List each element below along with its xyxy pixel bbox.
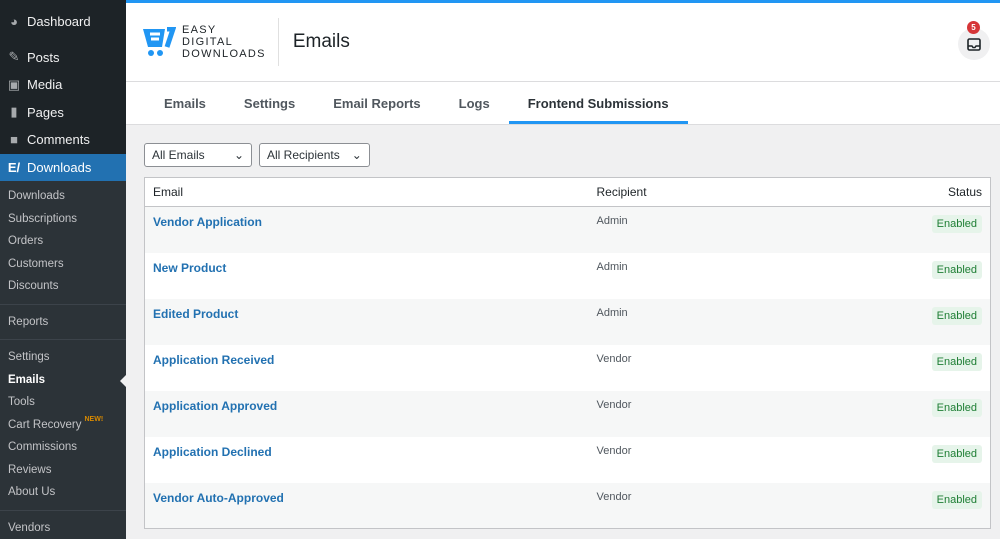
media-icon: ▣: [6, 77, 22, 93]
tab-emails[interactable]: Emails: [145, 82, 225, 124]
edd-cart-logo-icon: [142, 27, 176, 57]
recipient: Admin: [589, 207, 789, 253]
submenu-tools[interactable]: Tools: [0, 391, 126, 414]
email-name-link[interactable]: Application Approved: [145, 391, 589, 437]
menu-label: Downloads: [27, 160, 91, 175]
submenu-downloads[interactable]: Downloads: [0, 185, 126, 208]
filters: All Emails ⌄ All Recipients ⌄: [144, 143, 370, 167]
recipient: Vendor: [589, 483, 789, 529]
menu-label: Pages: [27, 105, 64, 120]
recipient: Vendor: [589, 345, 789, 391]
submenu-vendors[interactable]: Vendors: [0, 517, 126, 539]
notifications-button[interactable]: 5: [958, 28, 990, 60]
status-cell: Enabled: [788, 345, 990, 391]
tab-bar: Emails Settings Email Reports Logs Front…: [126, 82, 1000, 125]
email-type-select[interactable]: All Emails ⌄: [144, 143, 252, 167]
menu-downloads[interactable]: E/Downloads: [0, 154, 126, 182]
chevron-down-icon: ⌄: [234, 148, 244, 162]
table-row: Vendor Auto-ApprovedVendor Enabled: [145, 483, 991, 529]
chevron-down-icon: ⌄: [352, 148, 362, 162]
table-row: New ProductAdmin Enabled: [145, 253, 991, 299]
status-badge: Enabled: [932, 307, 982, 325]
status-badge: Enabled: [932, 353, 982, 371]
comment-icon: ■: [6, 132, 22, 147]
menu-comments[interactable]: ■ Comments: [0, 126, 126, 154]
select-value: All Recipients: [267, 148, 340, 162]
status-badge: Enabled: [932, 445, 982, 463]
submenu-reviews[interactable]: Reviews: [0, 459, 126, 482]
submenu-commissions[interactable]: Commissions: [0, 436, 126, 459]
submenu-reports[interactable]: Reports: [0, 311, 126, 334]
email-name-link[interactable]: Vendor Auto-Approved: [145, 483, 589, 529]
submenu-cart-recovery[interactable]: Cart RecoveryNEW!: [0, 414, 126, 437]
menu-dashboard[interactable]: ◕ Dashboard: [0, 8, 126, 36]
divider: [0, 339, 126, 340]
menu-label: Cart Recovery: [8, 419, 82, 431]
status-badge: Enabled: [932, 261, 982, 279]
recipient: Admin: [589, 253, 789, 299]
pages-icon: ▮: [6, 104, 22, 120]
edd-cart-icon: E/: [6, 160, 22, 175]
menu-label: Comments: [27, 132, 90, 147]
submenu-about-us[interactable]: About Us: [0, 481, 126, 504]
email-name-link[interactable]: Edited Product: [145, 299, 589, 345]
table-row: Application ReceivedVendor Enabled: [145, 345, 991, 391]
logo-text: EASYDIGITALDOWNLOADS: [182, 24, 266, 60]
email-name-link[interactable]: New Product: [145, 253, 589, 299]
submenu-orders[interactable]: Orders: [0, 230, 126, 253]
status-cell: Enabled: [788, 483, 990, 529]
menu-label: Dashboard: [27, 14, 91, 29]
table-row: Edited ProductAdmin Enabled: [145, 299, 991, 345]
downloads-submenu: Downloads Subscriptions Orders Customers…: [0, 181, 126, 539]
status-badge: Enabled: [932, 215, 982, 233]
recipient: Vendor: [589, 437, 789, 483]
menu-label: Media: [27, 77, 62, 92]
status-cell: Enabled: [788, 437, 990, 483]
menu-posts[interactable]: ✎ Posts: [0, 44, 126, 72]
status-badge: Enabled: [932, 399, 982, 417]
pin-icon: ✎: [6, 49, 22, 65]
edd-logo: EASYDIGITALDOWNLOADS: [142, 18, 279, 66]
submenu-customers[interactable]: Customers: [0, 253, 126, 276]
page-header: EASYDIGITALDOWNLOADS Emails 5: [126, 3, 1000, 82]
tab-email-reports[interactable]: Email Reports: [314, 82, 439, 124]
status-cell: Enabled: [788, 207, 990, 253]
recipient-select[interactable]: All Recipients ⌄: [259, 143, 370, 167]
submenu-subscriptions[interactable]: Subscriptions: [0, 208, 126, 231]
submenu-settings[interactable]: Settings: [0, 346, 126, 369]
new-badge: NEW!: [85, 416, 104, 423]
column-status: Status: [788, 178, 990, 207]
recipient: Vendor: [589, 391, 789, 437]
menu-pages[interactable]: ▮ Pages: [0, 99, 126, 127]
tab-frontend-submissions[interactable]: Frontend Submissions: [509, 82, 688, 124]
table-row: Application ApprovedVendor Enabled: [145, 391, 991, 437]
status-cell: Enabled: [788, 299, 990, 345]
notification-count: 5: [967, 21, 980, 34]
status-cell: Enabled: [788, 391, 990, 437]
column-recipient: Recipient: [589, 178, 789, 207]
emails-table: Email Recipient Status Vendor Applicatio…: [144, 177, 991, 529]
status-badge: Enabled: [932, 491, 982, 509]
menu-media[interactable]: ▣ Media: [0, 71, 126, 99]
email-name-link[interactable]: Vendor Application: [145, 207, 589, 253]
menu-label: Posts: [27, 50, 60, 65]
status-cell: Enabled: [788, 253, 990, 299]
column-email: Email: [145, 178, 589, 207]
submenu-emails[interactable]: Emails: [0, 369, 126, 392]
inbox-icon: [967, 38, 981, 51]
divider: [0, 510, 126, 511]
email-name-link[interactable]: Application Declined: [145, 437, 589, 483]
email-name-link[interactable]: Application Received: [145, 345, 589, 391]
table-row: Vendor ApplicationAdmin Enabled: [145, 207, 991, 253]
page-title: Emails: [293, 31, 350, 53]
dashboard-icon: ◕: [6, 14, 22, 29]
submenu-discounts[interactable]: Discounts: [0, 275, 126, 298]
divider: [0, 304, 126, 305]
table-row: Application DeclinedVendor Enabled: [145, 437, 991, 483]
select-value: All Emails: [152, 148, 205, 162]
tab-settings[interactable]: Settings: [225, 82, 314, 124]
tab-logs[interactable]: Logs: [440, 82, 509, 124]
admin-sidebar: ◕ Dashboard ✎ Posts ▣ Media ▮ Pages ■ Comment…: [0, 0, 126, 533]
recipient: Admin: [589, 299, 789, 345]
